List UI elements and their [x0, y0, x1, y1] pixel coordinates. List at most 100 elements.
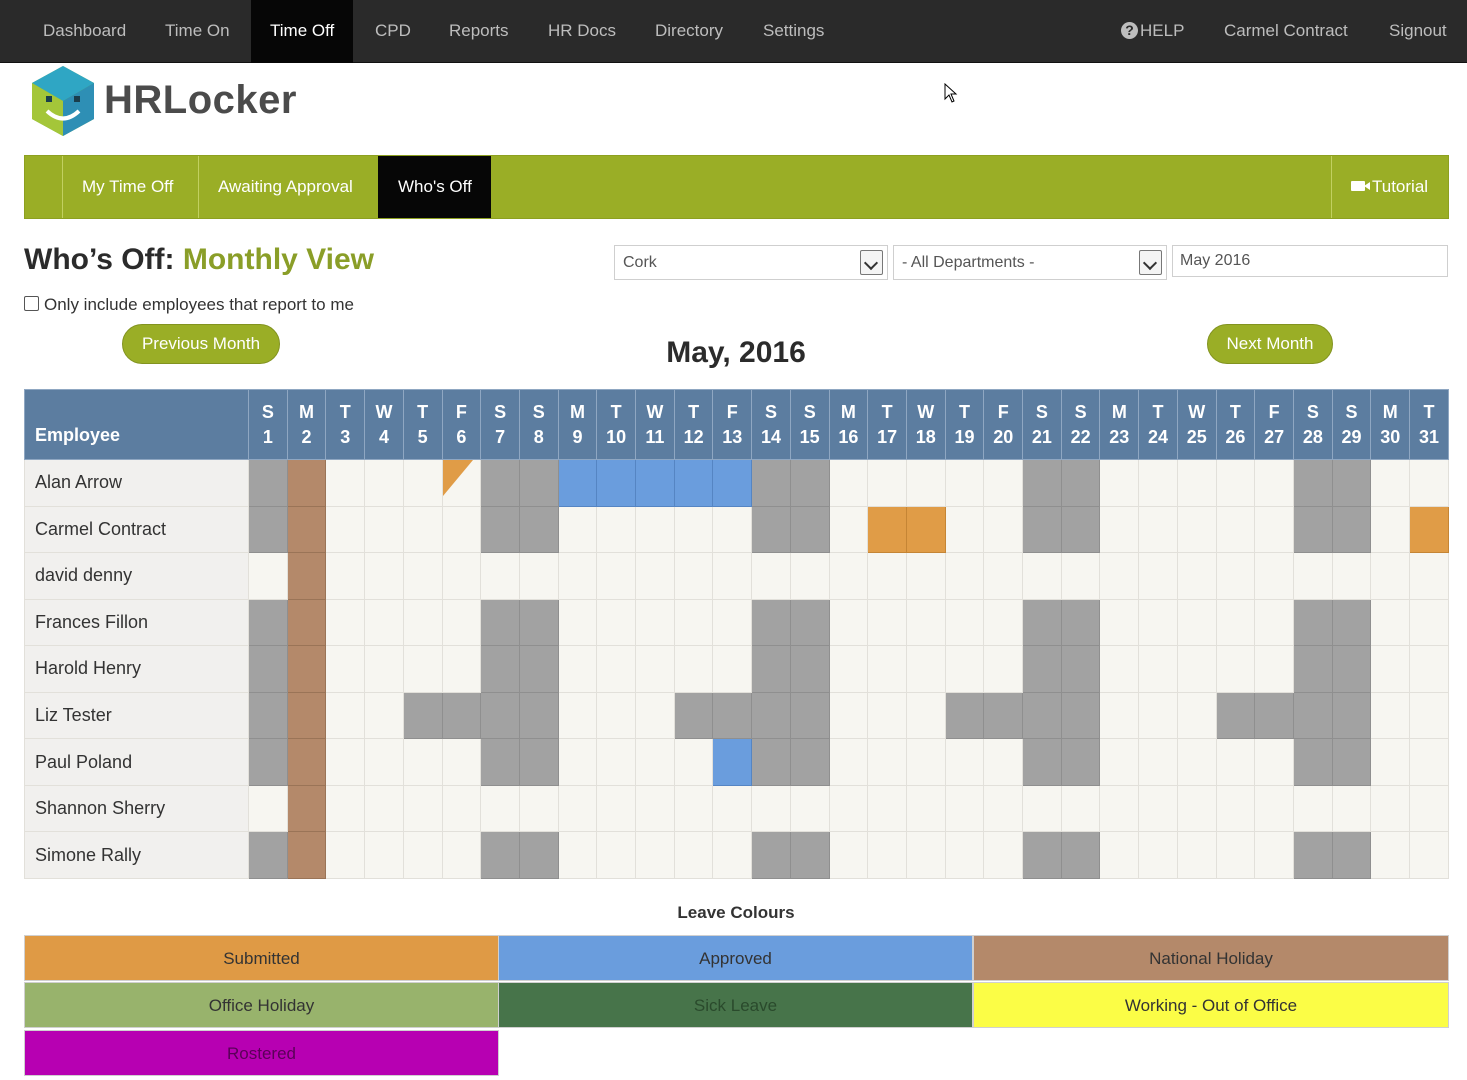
tutorial-button[interactable]: Tutorial — [1331, 156, 1447, 218]
next-month-button[interactable]: Next Month — [1207, 324, 1333, 364]
day-cell — [905, 691, 946, 740]
employee-column-header: Employee — [24, 389, 249, 460]
day-cell — [1022, 598, 1062, 647]
page-title-suffix: Monthly View — [182, 243, 374, 276]
day-cell — [983, 598, 1024, 647]
day-letter: W — [375, 401, 393, 422]
day-cell — [673, 831, 714, 879]
day-cell — [712, 598, 753, 647]
employee-name[interactable]: Simone Rally — [24, 831, 249, 879]
nav-reports[interactable]: Reports — [430, 0, 528, 63]
nav-user[interactable]: Carmel Contract — [1205, 0, 1367, 63]
day-header-4: W4 — [364, 389, 404, 460]
nav-time-off[interactable]: Time Off — [251, 0, 354, 63]
nav-cpd[interactable]: CPD — [356, 0, 430, 63]
tab-whos-off[interactable]: Who's Off — [378, 156, 491, 218]
day-number: 1 — [262, 426, 273, 447]
day-cell — [402, 645, 443, 693]
day-cell — [1060, 691, 1101, 740]
day-cell — [1292, 552, 1333, 600]
day-cell — [325, 784, 366, 833]
day-letter: T — [339, 401, 351, 422]
chevron-down-icon[interactable] — [1139, 250, 1162, 275]
day-letter: F — [455, 401, 467, 422]
day-letter: T — [688, 401, 700, 422]
nav-time-on[interactable]: Time On — [146, 0, 249, 63]
day-cell — [1176, 831, 1217, 879]
day-cell[interactable] — [596, 459, 637, 507]
day-cell — [325, 552, 366, 600]
day-cell — [480, 831, 520, 879]
day-cell[interactable] — [635, 459, 675, 507]
nav-directory[interactable]: Directory — [636, 0, 742, 63]
day-header-5: T5 — [402, 389, 443, 460]
day-number: 8 — [533, 426, 544, 447]
day-cell — [828, 691, 869, 740]
chevron-down-icon[interactable] — [860, 250, 883, 275]
day-letter: W — [1188, 401, 1206, 422]
day-cell — [1138, 459, 1178, 507]
day-cell[interactable] — [867, 505, 907, 554]
day-cell — [944, 505, 985, 554]
day-cell — [1060, 784, 1101, 833]
day-cell — [364, 784, 404, 833]
day-cell — [480, 459, 520, 507]
day-cell — [751, 598, 791, 647]
mouse-cursor-icon — [944, 83, 958, 103]
day-cell — [983, 459, 1024, 507]
day-cell — [905, 645, 946, 693]
day-cell — [635, 552, 675, 600]
day-cell[interactable] — [441, 459, 482, 507]
employee-name[interactable]: david denny — [24, 552, 249, 600]
day-cell — [286, 831, 327, 879]
day-cell — [1370, 831, 1411, 879]
day-cell — [1022, 645, 1062, 693]
day-cell — [1370, 645, 1411, 693]
day-cell — [1099, 784, 1140, 833]
day-cell — [712, 784, 753, 833]
nav-hr-docs[interactable]: HR Docs — [529, 0, 635, 63]
day-letter: F — [997, 401, 1009, 422]
location-select[interactable]: Cork — [614, 245, 888, 280]
day-cell[interactable] — [557, 459, 598, 507]
day-cell — [867, 552, 907, 600]
day-cell — [1176, 598, 1217, 647]
only-reports-filter[interactable]: Only include employees that report to me — [24, 295, 354, 315]
day-header-20: F 20 — [983, 389, 1024, 460]
employee-name[interactable]: Paul Poland — [24, 738, 249, 786]
day-number: 13 — [722, 426, 743, 447]
day-cell — [248, 645, 288, 693]
nav-dashboard[interactable]: Dashboard — [24, 0, 145, 63]
day-letter: T — [417, 401, 429, 422]
day-cell[interactable] — [905, 505, 946, 554]
day-cell — [557, 645, 598, 693]
employee-name[interactable]: Frances Fillon — [24, 598, 249, 647]
day-cell — [635, 831, 675, 879]
day-cell[interactable] — [712, 738, 753, 786]
day-cell[interactable] — [1409, 505, 1449, 554]
day-cell — [518, 691, 559, 740]
month-input[interactable]: May 2016 — [1172, 245, 1448, 277]
day-cell — [286, 738, 327, 786]
department-select[interactable]: - All Departments - — [893, 245, 1167, 280]
nav-settings[interactable]: Settings — [744, 0, 843, 63]
day-cell — [480, 784, 520, 833]
employee-name[interactable]: Shannon Sherry — [24, 784, 249, 833]
day-cell — [1138, 505, 1178, 554]
nav-help[interactable]: ? HELP — [1102, 0, 1203, 63]
tab-awaiting-approval[interactable]: Awaiting Approval — [198, 156, 372, 218]
nav-signout[interactable]: Signout — [1370, 0, 1466, 63]
day-cell — [1060, 831, 1101, 879]
day-number: 3 — [340, 426, 351, 447]
employee-name[interactable]: Liz Tester — [24, 691, 249, 740]
day-cell[interactable] — [673, 459, 714, 507]
day-cell[interactable] — [712, 459, 753, 507]
only-reports-checkbox[interactable] — [24, 296, 39, 311]
tab-my-time-off[interactable]: My Time Off — [62, 156, 192, 218]
employee-name[interactable]: Carmel Contract — [24, 505, 249, 554]
day-header-9: M9 — [557, 389, 598, 460]
employee-name[interactable]: Alan Arrow — [24, 459, 249, 507]
day-number: 28 — [1302, 426, 1323, 447]
employee-name[interactable]: Harold Henry — [24, 645, 249, 693]
day-letter: T — [1229, 401, 1241, 422]
